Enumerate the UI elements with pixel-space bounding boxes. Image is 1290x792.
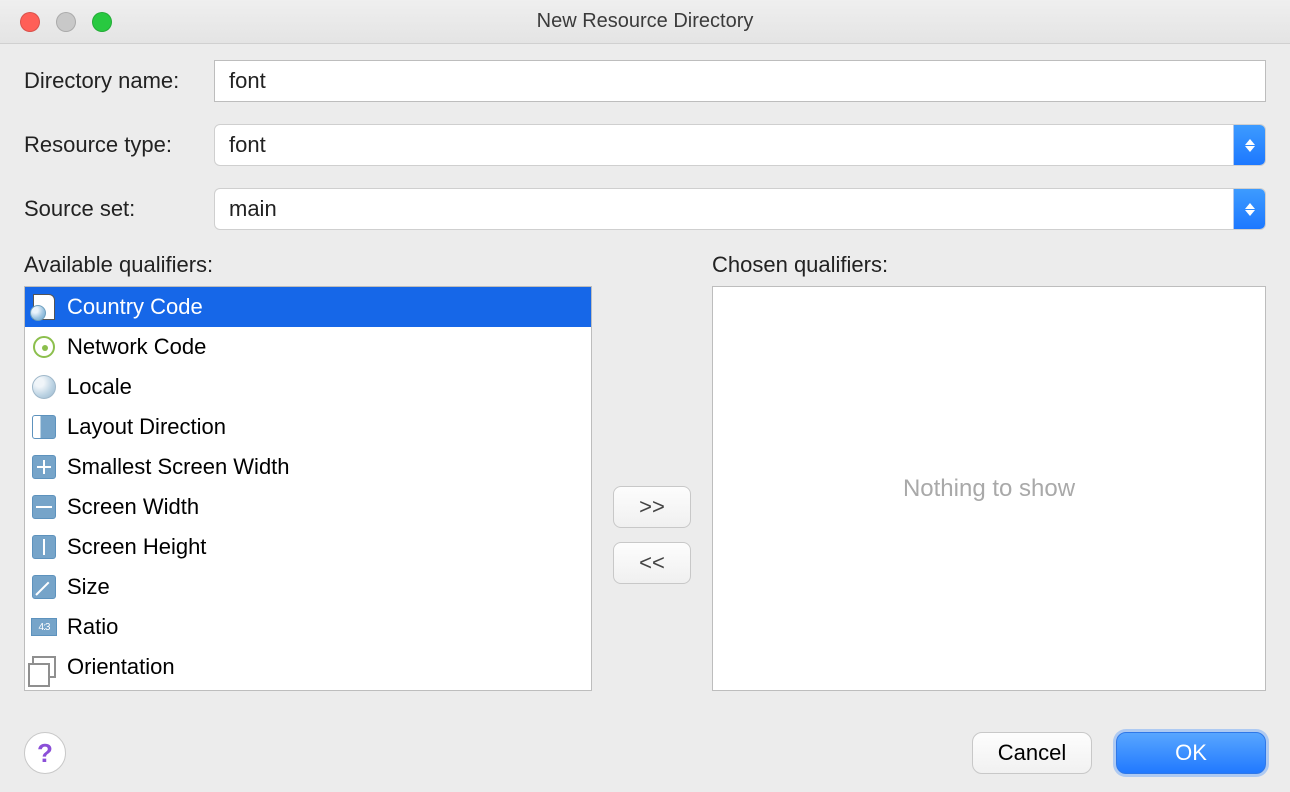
window-controls bbox=[0, 12, 112, 32]
list-item-label: Country Code bbox=[67, 294, 203, 320]
ok-button[interactable]: OK bbox=[1116, 732, 1266, 774]
chevron-up-down-icon bbox=[1233, 189, 1265, 229]
orientation-icon bbox=[31, 654, 57, 680]
country-code-icon bbox=[31, 294, 57, 320]
list-item-label: Smallest Screen Width bbox=[67, 454, 290, 480]
network-code-icon bbox=[31, 334, 57, 360]
available-qualifiers-label: Available qualifiers: bbox=[24, 252, 592, 278]
smallest-screen-width-icon bbox=[31, 454, 57, 480]
screen-width-icon bbox=[31, 494, 57, 520]
list-item-label: Screen Width bbox=[67, 494, 199, 520]
resource-type-value: font bbox=[215, 125, 1233, 165]
list-item[interactable]: Screen Height bbox=[25, 527, 591, 567]
source-set-value: main bbox=[215, 189, 1233, 229]
chosen-empty-text: Nothing to show bbox=[903, 475, 1075, 503]
resource-type-label: Resource type: bbox=[24, 132, 214, 158]
chosen-qualifiers-list[interactable]: Nothing to show bbox=[712, 286, 1266, 691]
source-set-label: Source set: bbox=[24, 196, 214, 222]
list-item[interactable]: Orientation bbox=[25, 647, 591, 687]
list-item[interactable]: Country Code bbox=[25, 287, 591, 327]
maximize-icon[interactable] bbox=[92, 12, 112, 32]
list-item[interactable]: 4:3 Ratio bbox=[25, 607, 591, 647]
add-qualifier-button[interactable]: >> bbox=[613, 486, 691, 528]
minimize-icon bbox=[56, 12, 76, 32]
titlebar: New Resource Directory bbox=[0, 0, 1290, 44]
list-item-label: Locale bbox=[67, 374, 132, 400]
resource-type-select[interactable]: font bbox=[214, 124, 1266, 166]
window-title: New Resource Directory bbox=[0, 10, 1290, 33]
list-item-label: Network Code bbox=[67, 334, 206, 360]
layout-direction-icon bbox=[31, 414, 57, 440]
directory-name-label: Directory name: bbox=[24, 68, 214, 94]
list-item[interactable]: Network Code bbox=[25, 327, 591, 367]
chosen-qualifiers-label: Chosen qualifiers: bbox=[712, 252, 1266, 278]
ratio-icon: 4:3 bbox=[31, 614, 57, 640]
screen-height-icon bbox=[31, 534, 57, 560]
list-item[interactable]: Locale bbox=[25, 367, 591, 407]
list-item-label: Size bbox=[67, 574, 110, 600]
remove-qualifier-button[interactable]: << bbox=[613, 542, 691, 584]
list-item[interactable]: Size bbox=[25, 567, 591, 607]
list-item[interactable]: Screen Width bbox=[25, 487, 591, 527]
size-icon bbox=[31, 574, 57, 600]
chevron-up-down-icon bbox=[1233, 125, 1265, 165]
directory-name-input[interactable] bbox=[214, 60, 1266, 102]
list-item[interactable]: Smallest Screen Width bbox=[25, 447, 591, 487]
cancel-button[interactable]: Cancel bbox=[972, 732, 1092, 774]
list-item-label: Orientation bbox=[67, 654, 175, 680]
available-qualifiers-list[interactable]: Country Code Network Code Locale Layout Dir… bbox=[24, 286, 592, 691]
locale-icon bbox=[31, 374, 57, 400]
close-icon[interactable] bbox=[20, 12, 40, 32]
list-item-label: Screen Height bbox=[67, 534, 206, 560]
list-item-label: Layout Direction bbox=[67, 414, 226, 440]
source-set-select[interactable]: main bbox=[214, 188, 1266, 230]
list-item-label: Ratio bbox=[67, 614, 118, 640]
help-button[interactable]: ? bbox=[24, 732, 66, 774]
list-item[interactable]: Layout Direction bbox=[25, 407, 591, 447]
